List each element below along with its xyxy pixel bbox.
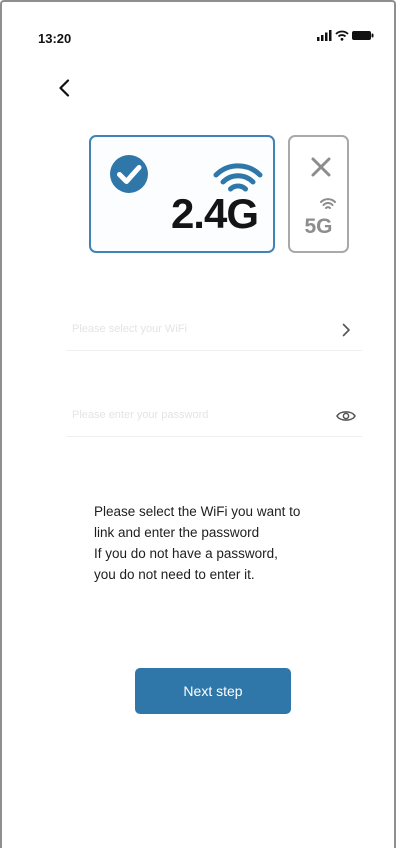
status-icons bbox=[317, 30, 374, 41]
band-5g-card[interactable]: 5G bbox=[288, 135, 349, 253]
eye-icon bbox=[336, 411, 356, 421]
chevron-left-icon bbox=[59, 79, 70, 97]
band-2-4g-label: 2.4G bbox=[170, 190, 259, 237]
wifi-select-row[interactable] bbox=[66, 310, 362, 351]
wifi-icon bbox=[320, 198, 336, 209]
wifi-select-input[interactable] bbox=[72, 316, 312, 342]
instructions-line: Please select the WiFi you want to bbox=[94, 504, 301, 519]
status-time: 13:20 bbox=[38, 31, 72, 46]
password-input[interactable] bbox=[72, 402, 312, 428]
band-5g-label: 5G bbox=[304, 215, 333, 238]
back-button[interactable] bbox=[50, 74, 78, 102]
password-toggle-button[interactable] bbox=[336, 406, 356, 426]
next-step-button[interactable]: Next step bbox=[135, 668, 291, 714]
instructions-line: If you do not have a password, bbox=[94, 546, 278, 561]
wifi-status-icon bbox=[335, 30, 349, 41]
check-circle-icon bbox=[110, 155, 148, 193]
instructions-line: link and enter the password bbox=[94, 525, 260, 540]
instructions-line: you do not need to enter it. bbox=[94, 567, 255, 582]
battery-icon bbox=[352, 31, 374, 40]
signal-icon bbox=[317, 30, 332, 41]
phone-frame: 13:20 2.4G 5G Please select your WiFi Pl… bbox=[0, 0, 396, 848]
wifi-select-arrow[interactable] bbox=[336, 320, 356, 340]
close-icon bbox=[311, 157, 331, 177]
instructions-text: Please select the WiFi you want to link … bbox=[94, 501, 384, 585]
password-row[interactable] bbox=[66, 396, 362, 437]
status-bar: 13:20 bbox=[4, 22, 392, 54]
band-2-4g-card[interactable]: 2.4G bbox=[89, 135, 275, 253]
chevron-right-icon bbox=[342, 323, 350, 337]
